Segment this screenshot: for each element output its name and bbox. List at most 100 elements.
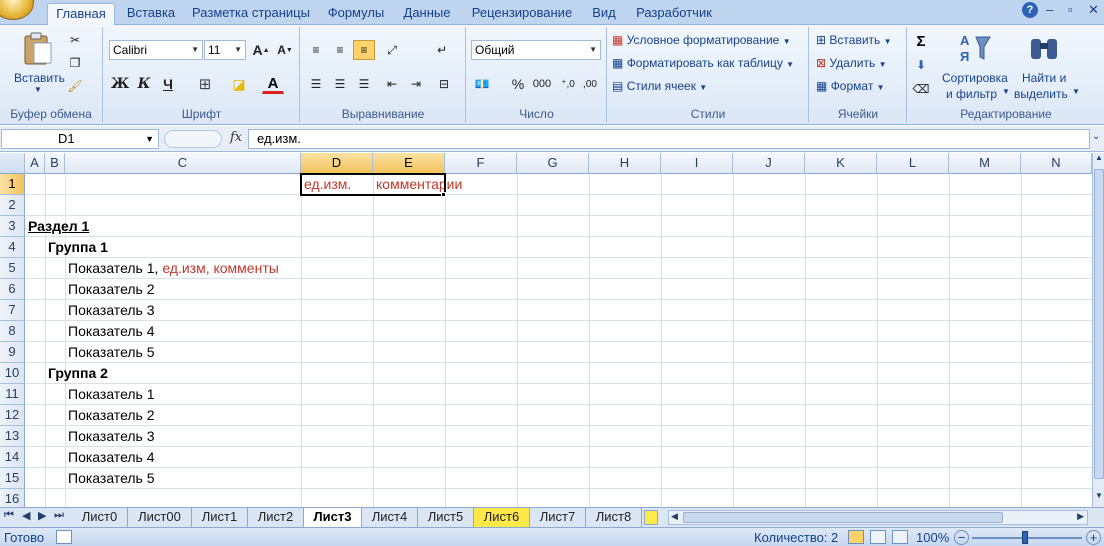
tab-home[interactable]: Главная: [47, 3, 115, 26]
italic-button[interactable]: К: [133, 74, 155, 94]
scroll-down-icon[interactable]: ▼: [1094, 491, 1104, 505]
column-header-g[interactable]: G: [517, 153, 589, 174]
fill-icon[interactable]: ⬇: [910, 55, 932, 75]
last-sheet-icon[interactable]: ⏭: [54, 509, 64, 522]
row-header-7[interactable]: 7: [0, 300, 25, 321]
row-header-1[interactable]: 1: [0, 174, 25, 195]
sheet-tab-list6[interactable]: Лист6: [474, 508, 530, 527]
format-cells-button[interactable]: ▦ Формат ▼: [816, 79, 885, 93]
sheet-tab-list0[interactable]: Лист0: [72, 508, 128, 527]
format-painter-icon[interactable]: 🖌: [64, 76, 86, 96]
cell-c5[interactable]: Показатель 1, ед.изм, комменты: [68, 258, 279, 279]
column-header-m[interactable]: M: [949, 153, 1021, 174]
zoom-in-icon[interactable]: +: [1086, 530, 1101, 545]
row-header-3[interactable]: 3: [0, 216, 25, 237]
row-header-11[interactable]: 11: [0, 384, 25, 405]
worksheet-grid[interactable]: A B C D E F G H I J K L M N 1 2 3 4 5 6 …: [0, 153, 1092, 507]
sheet-tab-list8[interactable]: Лист8: [586, 508, 642, 527]
cell-a3[interactable]: Раздел 1: [28, 216, 89, 237]
clear-icon[interactable]: ⌫: [910, 79, 932, 99]
select-all-corner[interactable]: [0, 153, 25, 174]
merge-cells-icon[interactable]: ⊟: [433, 74, 455, 94]
cell-c14[interactable]: Показатель 4: [68, 447, 155, 468]
tab-formulas[interactable]: Формулы: [320, 3, 392, 25]
autosum-button[interactable]: Σ: [910, 31, 932, 51]
align-middle-icon[interactable]: ≡: [329, 40, 351, 60]
format-as-table-button[interactable]: ▦ Форматировать как таблицу ▼: [612, 56, 794, 70]
sort-filter-icon[interactable]: A Я: [958, 31, 992, 65]
page-layout-view-icon[interactable]: [870, 530, 886, 544]
cell-c6[interactable]: Показатель 2: [68, 279, 155, 300]
row-header-9[interactable]: 9: [0, 342, 25, 363]
cell-styles-button[interactable]: ▤ Стили ячеек ▼: [612, 79, 707, 93]
grow-font-icon[interactable]: A ▲: [250, 40, 272, 60]
sheet-tab-list2[interactable]: Лист2: [248, 508, 304, 527]
cut-icon[interactable]: ✂: [64, 30, 86, 50]
next-sheet-icon[interactable]: ▶: [38, 509, 46, 522]
font-size-dropdown[interactable]: 11 ▼: [204, 40, 246, 60]
zoom-out-icon[interactable]: −: [954, 530, 969, 545]
sheet-tab-list1[interactable]: Лист1: [192, 508, 248, 527]
copy-icon[interactable]: ❐: [64, 53, 86, 73]
cell-c15[interactable]: Показатель 5: [68, 468, 155, 489]
align-bottom-icon[interactable]: ≡: [353, 40, 375, 60]
shrink-font-icon[interactable]: A ▼: [274, 40, 296, 60]
font-name-dropdown[interactable]: Calibri ▼: [109, 40, 203, 60]
increase-decimal-icon[interactable]: ⁺,0: [557, 74, 579, 94]
row-header-2[interactable]: 2: [0, 195, 25, 216]
decrease-decimal-icon[interactable]: ,00: [579, 74, 601, 94]
column-header-k[interactable]: K: [805, 153, 877, 174]
prev-sheet-icon[interactable]: ◀: [22, 509, 30, 522]
chevron-down-icon[interactable]: ▼: [145, 130, 154, 148]
sheet-tab-list3[interactable]: Лист3: [304, 508, 362, 527]
horizontal-scroll-thumb[interactable]: [683, 512, 1003, 523]
font-color-icon[interactable]: A: [262, 74, 284, 94]
minimize-icon[interactable]: –: [1046, 2, 1053, 17]
number-format-dropdown[interactable]: Общий ▼: [471, 40, 601, 60]
scroll-right-icon[interactable]: ▶: [1077, 511, 1084, 522]
scroll-left-icon[interactable]: ◀: [671, 511, 678, 522]
formula-bar-resizer[interactable]: [164, 130, 222, 148]
horizontal-scrollbar[interactable]: ◀ ▶: [668, 510, 1088, 525]
cell-b10[interactable]: Группа 2: [48, 363, 108, 384]
find-select-label-2[interactable]: выделить: [1014, 87, 1068, 101]
align-left-icon[interactable]: ☰: [305, 74, 327, 94]
decrease-indent-icon[interactable]: ⇤: [381, 74, 403, 94]
fill-color-icon[interactable]: ◪: [228, 74, 250, 94]
tab-page-layout[interactable]: Разметка страницы: [186, 3, 316, 25]
row-header-15[interactable]: 15: [0, 468, 25, 489]
sheet-tab-list5[interactable]: Лист5: [418, 508, 474, 527]
fill-handle[interactable]: [441, 192, 446, 197]
insert-function-icon[interactable]: fx: [230, 130, 242, 145]
align-center-icon[interactable]: ☰: [329, 74, 351, 94]
row-header-12[interactable]: 12: [0, 405, 25, 426]
vertical-scroll-thumb[interactable]: [1094, 169, 1104, 479]
tab-review[interactable]: Рецензирование: [462, 3, 582, 25]
align-top-icon[interactable]: ≡: [305, 40, 327, 60]
help-icon[interactable]: ?: [1022, 2, 1038, 18]
insert-sheet-icon[interactable]: [644, 510, 658, 525]
tab-view[interactable]: Вид: [586, 3, 622, 25]
sheet-tab-list00[interactable]: Лист00: [128, 508, 192, 527]
cell-c8[interactable]: Показатель 4: [68, 321, 155, 342]
tab-data[interactable]: Данные: [396, 3, 458, 25]
paste-dropdown-icon[interactable]: ▼: [34, 85, 42, 94]
increase-indent-icon[interactable]: ⇥: [405, 74, 427, 94]
column-header-j[interactable]: J: [733, 153, 805, 174]
zoom-level[interactable]: 100%: [916, 530, 949, 545]
underline-button[interactable]: Ч: [157, 74, 179, 94]
restore-icon[interactable]: ▫: [1068, 2, 1073, 17]
align-right-icon[interactable]: ☰: [353, 74, 375, 94]
column-header-n[interactable]: N: [1021, 153, 1092, 174]
row-header-4[interactable]: 4: [0, 237, 25, 258]
first-sheet-icon[interactable]: ⏮: [4, 509, 14, 522]
sort-filter-label-2[interactable]: и фильтр: [946, 87, 997, 101]
wrap-text-icon[interactable]: ↵: [431, 40, 453, 60]
cell-c12[interactable]: Показатель 2: [68, 405, 155, 426]
vertical-scrollbar[interactable]: ▲ ▼: [1092, 153, 1104, 507]
cell-b4[interactable]: Группа 1: [48, 237, 108, 258]
binoculars-icon[interactable]: [1028, 31, 1060, 65]
expand-formula-bar-icon[interactable]: ⌄: [1092, 131, 1100, 142]
column-header-l[interactable]: L: [877, 153, 949, 174]
formula-input[interactable]: ед.изм.: [248, 129, 1090, 149]
